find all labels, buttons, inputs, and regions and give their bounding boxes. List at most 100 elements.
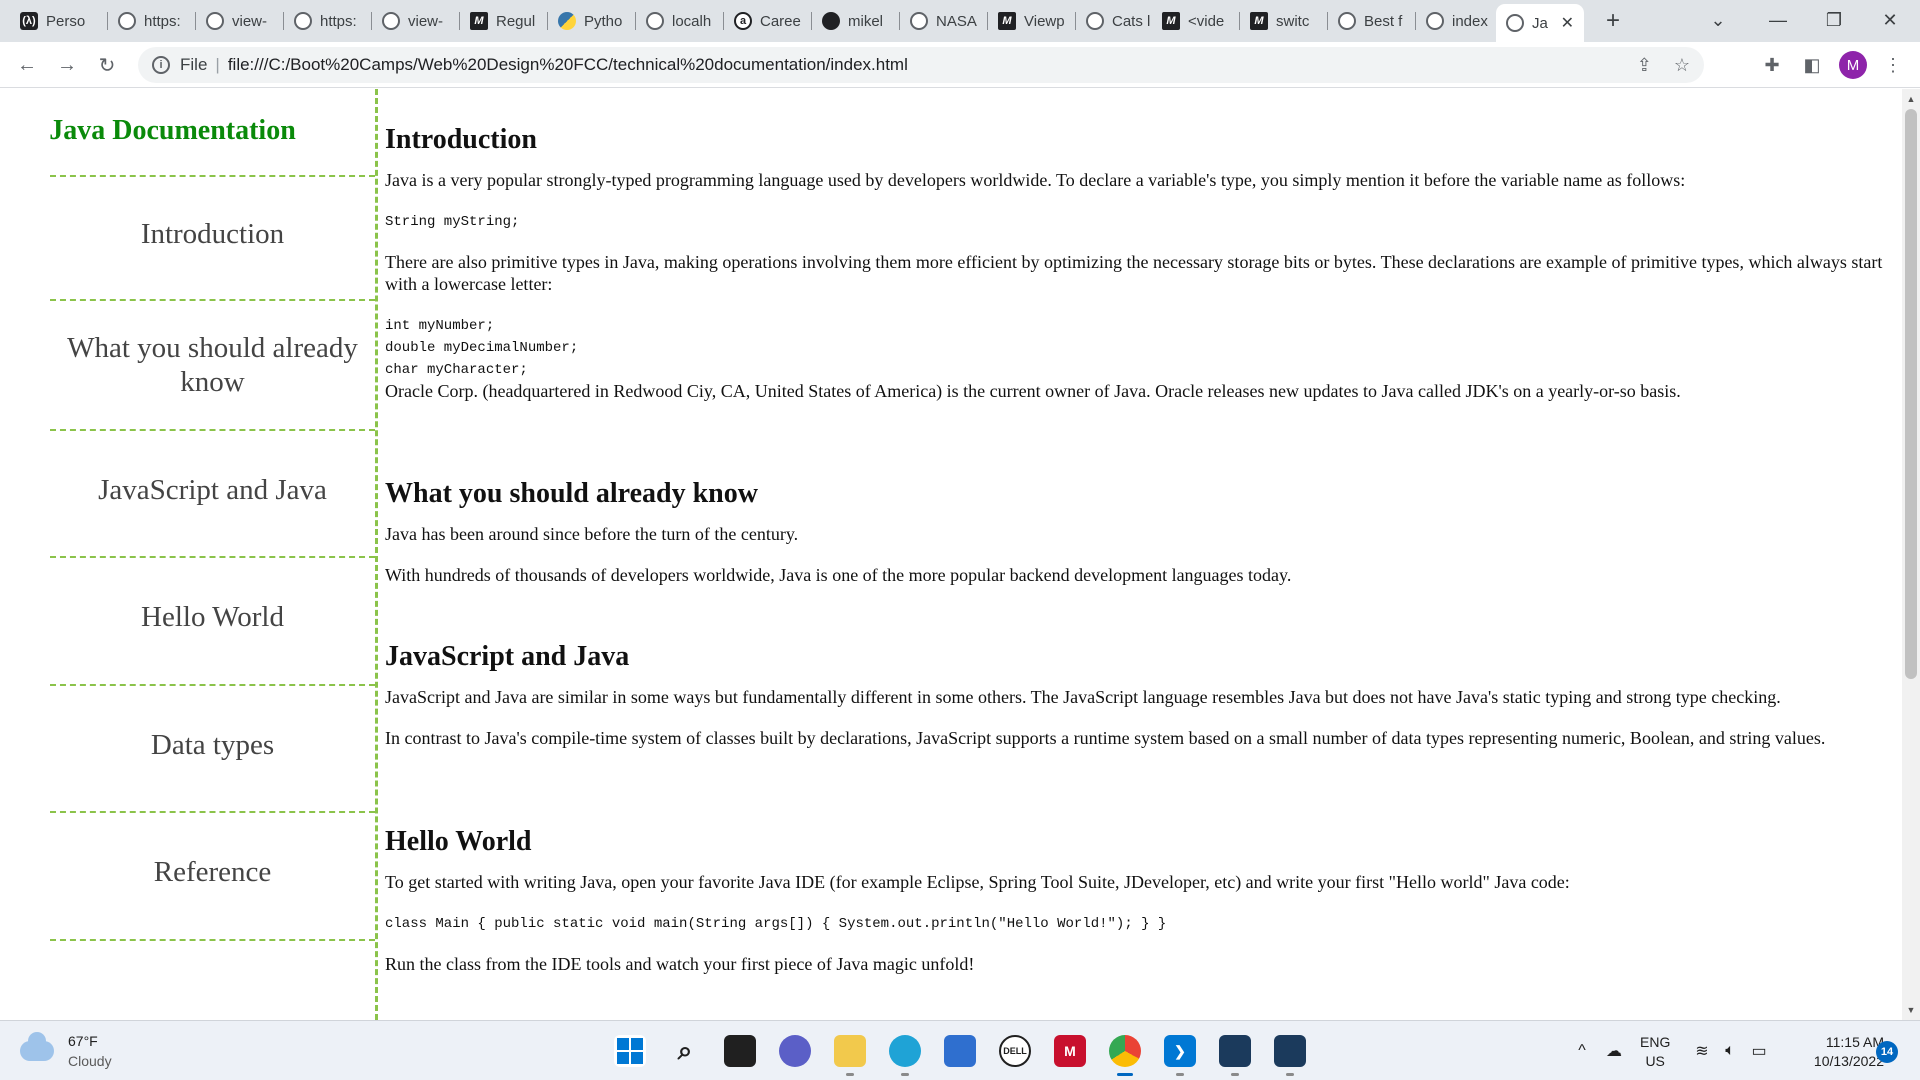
nav-link-javascript-and-java[interactable]: JavaScript and Java [50,429,375,556]
tab-label: switc [1276,12,1310,30]
info-icon[interactable]: i [152,56,170,74]
globe-icon [646,12,664,30]
close-window-icon[interactable]: ✕ [1862,0,1918,40]
tab-search-icon[interactable]: ⌄ [1690,0,1746,40]
store-icon[interactable] [944,1035,976,1067]
profile-button[interactable]: M [1838,50,1868,80]
url-text[interactable]: file:///C:/Boot%20Camps/Web%20Design%20F… [228,55,908,75]
wifi-icon[interactable]: ≋ [1690,1035,1714,1067]
globe-icon [294,12,312,30]
vscode-icon[interactable]: ❯ [1164,1035,1196,1076]
tab-active[interactable]: Ja ✕ [1496,4,1584,42]
windows-icon [617,1038,643,1064]
weather-widget[interactable]: 67°F Cloudy [20,1031,112,1071]
tab-label: Viewp [1024,12,1065,30]
notification-badge[interactable]: 14 [1876,1041,1898,1063]
date: 10/13/2022 [1813,1053,1884,1069]
onedrive-icon[interactable]: ☁ [1602,1035,1626,1067]
tab-label: Ja [1532,14,1548,32]
section-introduction: Introduction Java is a very popular stro… [385,124,1895,401]
start-button[interactable] [614,1035,646,1067]
search-icon[interactable]: ⌕ [669,1035,701,1067]
navbar: Java Documentation Introduction What you… [0,89,378,1020]
divider: | [215,55,220,74]
tab-15[interactable]: M switc [1240,6,1328,36]
tab-1[interactable]: (λ) Perso [10,6,108,36]
tab-8[interactable]: localh [636,6,724,36]
page-scrollbar[interactable]: ▲ ▼ [1902,89,1920,1020]
weather-temp: 67°F [68,1033,98,1049]
chat-icon[interactable] [779,1035,811,1067]
scroll-down-icon[interactable]: ▼ [1902,1002,1920,1018]
globe-icon [910,12,928,30]
share-icon[interactable]: ⇪ [1637,55,1652,76]
tab-label: https: [144,12,181,30]
scheme-label: File [180,55,208,74]
task-view-icon[interactable] [724,1035,756,1067]
chrome-icon[interactable] [1109,1035,1141,1076]
battery-icon[interactable]: ▭ [1746,1035,1772,1067]
m-icon: M [1162,12,1180,30]
nav-link-what-you-should-know[interactable]: What you should already know [50,299,375,429]
file-explorer-icon[interactable] [834,1035,866,1076]
app-icon[interactable] [1274,1035,1306,1076]
app-icon[interactable] [1219,1035,1251,1076]
extensions-icon[interactable]: ✚ [1757,50,1787,80]
volume-icon[interactable]: 🔈︎ [1718,1035,1742,1067]
paragraph: Run the class from the IDE tools and wat… [385,954,975,974]
side-panel-icon[interactable]: ◧ [1797,50,1827,80]
globe-icon [1086,12,1104,30]
restore-icon[interactable]: ❐ [1806,0,1862,40]
tab-5[interactable]: view- [372,6,460,36]
tab-10[interactable]: mikel [812,6,900,36]
chevron-up-icon[interactable]: ^ [1572,1035,1592,1067]
globe-icon [1338,12,1356,30]
tab-13[interactable]: Cats l [1076,6,1164,36]
tab-label: NASA [936,12,977,30]
edge-icon[interactable] [889,1035,921,1076]
reload-icon[interactable]: ↻ [92,50,122,80]
dell-icon[interactable]: DELL [999,1035,1031,1067]
clock[interactable]: 11:15 AM 10/13/2022 [1790,1033,1884,1071]
avatar: M [1839,51,1867,79]
tab-9[interactable]: a Caree [724,6,812,36]
address-bar[interactable]: i File | file:///C:/Boot%20Camps/Web%20D… [138,47,1704,83]
scroll-up-icon[interactable]: ▲ [1902,91,1920,107]
nav-link-hello-world[interactable]: Hello World [50,556,375,684]
forward-icon[interactable]: → [52,50,82,80]
mcafee-icon[interactable]: M [1054,1035,1086,1067]
globe-icon [1426,12,1444,30]
tab-14[interactable]: M <vide [1152,6,1240,36]
tab-4[interactable]: https: [284,6,372,36]
back-icon[interactable]: ← [12,50,42,80]
bookmark-star-icon[interactable]: ☆ [1674,55,1690,76]
tab-12[interactable]: M Viewp [988,6,1076,36]
tab-11[interactable]: NASA [900,6,988,36]
m-icon: M [998,12,1016,30]
tab-label: Pytho [584,12,623,30]
new-tab-button[interactable]: + [1598,6,1628,36]
section-title: JavaScript and Java [385,641,630,672]
tab-label: view- [232,12,268,30]
code-block: int myNumber; double myDecimalNumber; ch… [385,318,579,378]
weather-desc: Cloudy [68,1053,112,1069]
tab-7[interactable]: Pytho [548,6,636,36]
nav-link-reference[interactable]: Reference [50,811,375,939]
tab-16[interactable]: Best f [1328,6,1416,36]
tab-3[interactable]: view- [196,6,284,36]
menu-icon[interactable]: ⋮ [1878,50,1908,80]
minimize-icon[interactable]: — [1750,0,1806,40]
language-indicator[interactable]: ENG US [1640,1033,1670,1071]
tab-6[interactable]: M Regul [460,6,548,36]
paragraph: In contrast to Java's compile-time syste… [385,728,1826,748]
tab-label: index [1452,12,1488,30]
tab-label: Best f [1364,12,1403,30]
nav-link-introduction[interactable]: Introduction [50,175,375,299]
tab-17[interactable]: index [1416,6,1504,36]
section-what-you-should-know: What you should already know Java has be… [385,478,1895,585]
nav-link-data-types[interactable]: Data types [50,684,375,811]
tab-2[interactable]: https: [108,6,196,36]
scrollbar-thumb[interactable] [1905,109,1917,679]
time: 11:15 AM [1825,1034,1884,1050]
close-tab-icon[interactable]: ✕ [1561,13,1574,33]
